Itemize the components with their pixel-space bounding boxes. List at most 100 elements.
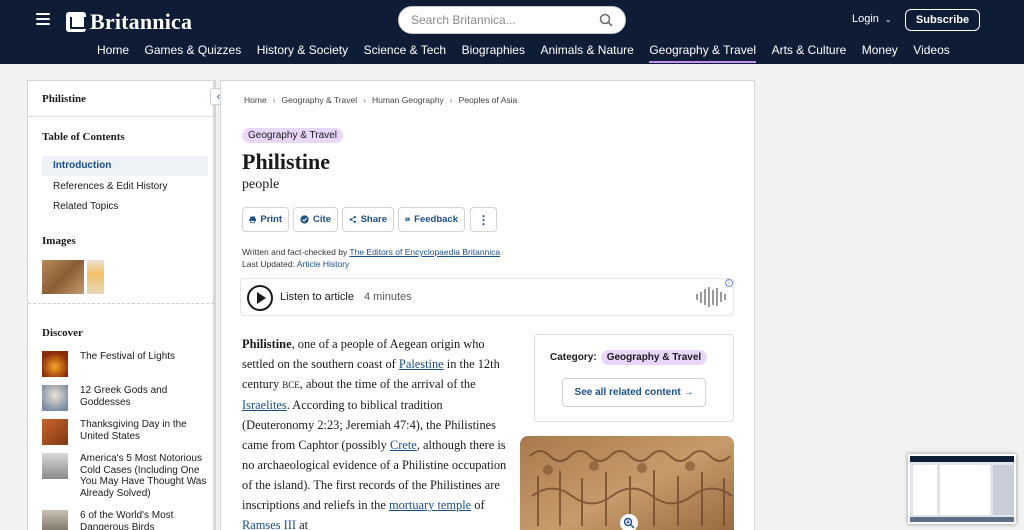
article-history-link[interactable]: Article History bbox=[297, 259, 349, 269]
feedback-button[interactable]: Feedback bbox=[398, 207, 465, 232]
chevron-down-icon: ⌄ bbox=[884, 14, 892, 24]
top-header: Britannica Login ⌄ Subscribe Home Games … bbox=[0, 0, 1024, 64]
subscribe-button[interactable]: Subscribe bbox=[905, 9, 980, 31]
nav-animals-nature[interactable]: Animals & Nature bbox=[540, 43, 633, 57]
toc-item-related-topics[interactable]: Related Topics bbox=[42, 197, 208, 217]
sidebar: Philistine Table of Contents Introductio… bbox=[27, 80, 216, 530]
nav-history-society[interactable]: History & Society bbox=[257, 43, 348, 57]
image-thumbnail-relief[interactable] bbox=[42, 260, 84, 294]
link-israelites[interactable]: Israelites bbox=[242, 398, 287, 412]
feedback-icon bbox=[405, 217, 410, 222]
nav-arts-culture[interactable]: Arts & Culture bbox=[772, 43, 847, 57]
window-preview-thumbnail[interactable] bbox=[908, 454, 1016, 524]
link-palestine[interactable]: Palestine bbox=[399, 357, 444, 371]
discover-label: The Festival of Lights bbox=[80, 351, 176, 362]
listen-duration: 4 minutes bbox=[364, 291, 412, 303]
discover-item[interactable]: America's 5 Most Notorious Cold Cases (I… bbox=[42, 453, 208, 499]
discover-thumbnail bbox=[42, 385, 68, 411]
discover-label: Thanksgiving Day in the United States bbox=[80, 419, 187, 442]
body-text: at bbox=[296, 518, 309, 530]
share-icon bbox=[349, 215, 356, 224]
discover-thumbnail bbox=[42, 419, 68, 445]
toc-heading: Table of Contents bbox=[42, 131, 125, 143]
print-label: Print bbox=[260, 214, 282, 225]
breadcrumb-geography-travel[interactable]: Geography & Travel bbox=[282, 95, 358, 105]
nav-geography-travel[interactable]: Geography & Travel bbox=[649, 43, 756, 63]
logo-text: Britannica bbox=[90, 9, 193, 34]
discover-thumbnail bbox=[42, 510, 68, 530]
breadcrumb-separator: › bbox=[363, 95, 366, 105]
category-pill[interactable]: Geography & Travel bbox=[242, 128, 343, 143]
sidebar-title: Philistine bbox=[42, 93, 87, 105]
article-panel: Home › Geography & Travel › Human Geogra… bbox=[220, 80, 755, 530]
more-options-button[interactable]: ⋮ bbox=[470, 207, 497, 232]
toc-item-introduction[interactable]: Introduction bbox=[42, 156, 208, 176]
britannica-logo[interactable]: Britannica bbox=[66, 9, 192, 35]
audio-player: Listen to article 4 minutes bbox=[240, 278, 734, 316]
nav-games-quizzes[interactable]: Games & Quizzes bbox=[145, 43, 242, 57]
login-button[interactable]: Login ⌄ bbox=[852, 13, 892, 25]
feedback-label: Feedback bbox=[414, 214, 458, 225]
search-input[interactable] bbox=[411, 13, 591, 27]
images-heading: Images bbox=[42, 235, 76, 247]
nav-videos[interactable]: Videos bbox=[913, 43, 949, 57]
listen-label: Listen to article bbox=[280, 291, 354, 303]
body-text: , about the time of the arrival of the bbox=[299, 377, 476, 391]
lead-term: Philistine bbox=[242, 337, 292, 351]
thistle-icon bbox=[66, 12, 86, 32]
login-label: Login bbox=[852, 13, 879, 25]
search-icon[interactable] bbox=[599, 13, 613, 27]
link-ramses-iii[interactable]: Ramses III bbox=[242, 518, 296, 530]
cite-button[interactable]: Cite bbox=[293, 207, 338, 232]
discover-item[interactable]: 12 Greek Gods and Goddesses bbox=[42, 385, 208, 411]
main-nav: Home Games & Quizzes History & Society S… bbox=[97, 43, 965, 63]
divider bbox=[28, 303, 214, 304]
discover-label: 12 Greek Gods and Goddesses bbox=[80, 385, 168, 408]
written-by-prefix: Written and fact-checked by bbox=[242, 247, 348, 257]
discover-item[interactable]: 6 of the World's Most Dangerous Birds bbox=[42, 510, 208, 530]
discover-thumbnail bbox=[42, 453, 68, 479]
discover-heading: Discover bbox=[42, 327, 83, 339]
print-button[interactable]: Print bbox=[242, 207, 289, 232]
image-thumbnail-map[interactable] bbox=[87, 260, 104, 294]
page-subtitle: people bbox=[242, 177, 280, 192]
category-box: Category: Geography & Travel See all rel… bbox=[534, 334, 734, 422]
play-icon[interactable] bbox=[247, 285, 273, 311]
nav-science-tech[interactable]: Science & Tech bbox=[364, 43, 447, 57]
era-abbr: BCE bbox=[282, 380, 300, 390]
search-box[interactable] bbox=[398, 6, 626, 34]
discover-item[interactable]: The Festival of Lights bbox=[42, 351, 208, 377]
menu-icon[interactable] bbox=[36, 13, 50, 25]
share-label: Share bbox=[360, 214, 387, 225]
zoom-in-icon[interactable] bbox=[620, 514, 638, 530]
breadcrumb-home[interactable]: Home bbox=[244, 95, 267, 105]
breadcrumb-separator: › bbox=[449, 95, 453, 105]
info-icon[interactable]: i bbox=[725, 279, 733, 287]
cite-badge-icon bbox=[300, 215, 309, 224]
discover-label: 6 of the World's Most Dangerous Birds bbox=[80, 510, 174, 530]
link-crete[interactable]: Crete bbox=[390, 438, 417, 452]
nav-biographies[interactable]: Biographies bbox=[462, 43, 525, 57]
body-text: of bbox=[471, 498, 485, 512]
category-value-pill[interactable]: Geography & Travel bbox=[600, 350, 708, 365]
discover-item[interactable]: Thanksgiving Day in the United States bbox=[42, 419, 208, 445]
preview-panel bbox=[993, 465, 1014, 515]
category-row: Category: Geography & Travel bbox=[550, 350, 708, 365]
preview-header bbox=[910, 456, 1014, 462]
link-mortuary-temple[interactable]: mortuary temple bbox=[389, 498, 471, 512]
article-body: Philistine, one of a people of Aegean or… bbox=[242, 334, 512, 530]
divider bbox=[28, 116, 214, 117]
breadcrumb-peoples-of-asia[interactable]: Peoples of Asia bbox=[459, 95, 518, 105]
toc-item-references[interactable]: References & Edit History bbox=[42, 177, 208, 197]
written-by: Written and fact-checked by The Editors … bbox=[242, 247, 500, 257]
last-updated-prefix: Last Updated: bbox=[242, 259, 295, 269]
nav-home[interactable]: Home bbox=[97, 43, 129, 57]
editors-link[interactable]: The Editors of Encyclopaedia Britannica bbox=[349, 247, 500, 257]
printer-icon bbox=[249, 216, 257, 224]
breadcrumb: Home › Geography & Travel › Human Geogra… bbox=[244, 95, 517, 105]
nav-money[interactable]: Money bbox=[862, 43, 898, 57]
share-button[interactable]: Share bbox=[342, 207, 394, 232]
breadcrumb-human-geography[interactable]: Human Geography bbox=[372, 95, 444, 105]
discover-label: America's 5 Most Notorious Cold Cases (I… bbox=[80, 453, 207, 499]
see-all-related-button[interactable]: See all related content → bbox=[562, 378, 706, 407]
